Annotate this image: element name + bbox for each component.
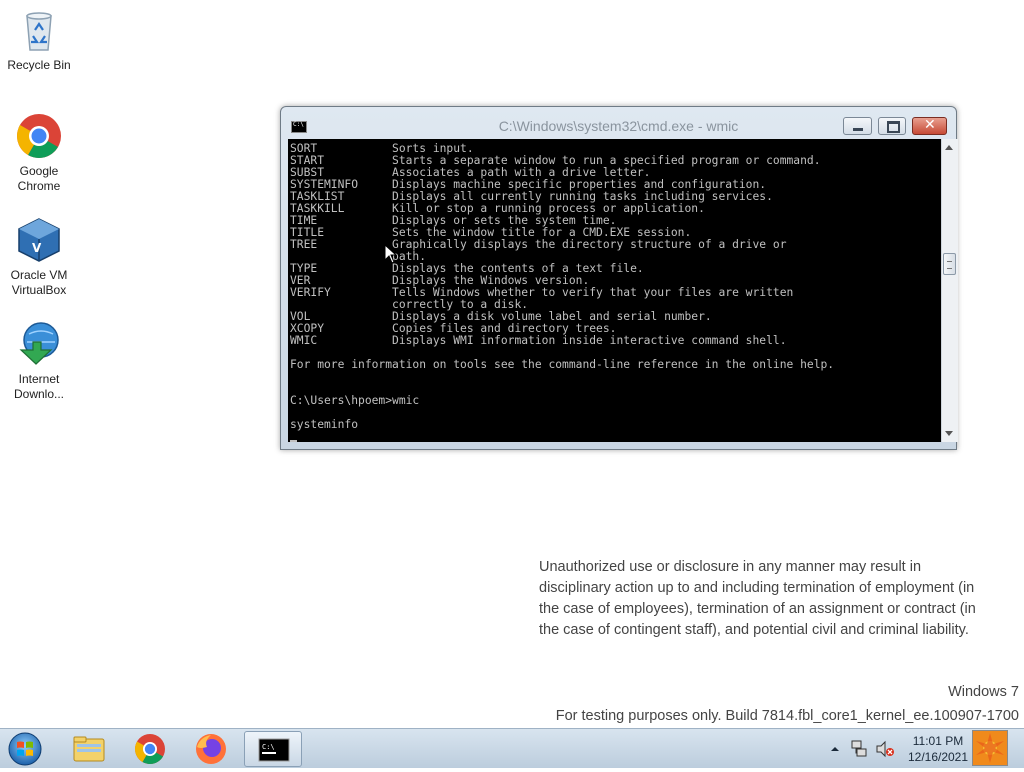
network-icon[interactable] <box>850 739 868 759</box>
start-button[interactable] <box>2 730 48 768</box>
window-titlebar[interactable]: C:\Windows\system32\cmd.exe - wmic <box>281 107 956 139</box>
desktop-icon-label: Chrome <box>17 179 61 193</box>
chrome-icon <box>15 112 63 160</box>
notice-line: the case of employees), termination of a… <box>539 601 976 617</box>
internet-download-manager-icon <box>15 320 63 368</box>
scroll-up-arrow-icon[interactable] <box>945 145 953 150</box>
console-line: systeminfo <box>290 418 359 431</box>
maximize-button[interactable] <box>878 117 906 135</box>
console-line: WMIC Displays WMI information inside int… <box>290 334 787 347</box>
console-line: C:\Users\hpoem>wmic <box>290 394 420 407</box>
show-hidden-icons-icon[interactable] <box>830 744 840 754</box>
windows-explorer-icon <box>73 736 105 762</box>
console-line: For more information on tools see the co… <box>290 358 835 371</box>
notice-line: the case of contingent staff), and poten… <box>539 622 969 638</box>
cmd-window[interactable]: C:\Windows\system32\cmd.exe - wmic SORT … <box>280 106 958 450</box>
build-label: For testing purposes only. Build 7814.fb… <box>555 708 1019 724</box>
taskbar: C:\ 11:01 PM 12/16/2021 <box>0 728 1024 768</box>
desktop-icon-label: Internet <box>18 372 60 386</box>
cmd-icon: C:\ <box>258 738 290 762</box>
text-cursor <box>290 440 297 442</box>
console-text: SORT Sorts input. START Starts a separat… <box>288 139 941 442</box>
close-button[interactable] <box>912 117 947 135</box>
scrollbar-thumb[interactable] <box>943 253 956 275</box>
desktop-icon-label: Downlo... <box>13 387 65 401</box>
clock-time: 11:01 PM <box>912 734 964 748</box>
vertical-scrollbar[interactable] <box>941 139 958 442</box>
console-output[interactable]: SORT Sorts input. START Starts a separat… <box>288 139 941 442</box>
desktop-icon-label: VirtualBox <box>11 283 67 297</box>
minimize-button[interactable] <box>843 117 872 135</box>
notice-line: Unauthorized use or disclosure in any ma… <box>539 559 922 575</box>
mouse-pointer-icon <box>384 244 398 264</box>
taskbar-windows-explorer[interactable] <box>60 731 118 767</box>
desktop-icon-virtualbox[interactable]: V Oracle VM VirtualBox <box>1 216 77 298</box>
taskbar-cmd[interactable]: C:\ <box>244 731 302 767</box>
flower-thumbnail-icon <box>973 731 1007 765</box>
virtualbox-icon: V <box>15 216 63 264</box>
svg-text:V: V <box>32 241 42 255</box>
firefox-icon <box>196 734 226 764</box>
svg-text:C:\: C:\ <box>262 743 275 751</box>
desktop-icon-recycle-bin[interactable]: Recycle Bin <box>1 6 77 73</box>
desktop-icon-label: Google <box>19 164 59 178</box>
windows-version-label: Windows 7 <box>948 684 1019 700</box>
taskbar-chrome[interactable] <box>121 731 179 767</box>
show-desktop-button[interactable] <box>972 730 1008 766</box>
notice-line: disciplinary action up to and including … <box>539 580 975 596</box>
desktop-icon-internet-download-manager[interactable]: Internet Downlo... <box>1 320 77 402</box>
system-tray: 11:01 PM 12/16/2021 <box>828 729 1024 769</box>
recycle-bin-icon <box>15 6 63 54</box>
chrome-icon <box>134 734 165 765</box>
taskbar-firefox[interactable] <box>182 731 240 767</box>
clock-date: 12/16/2021 <box>907 750 969 764</box>
scroll-down-arrow-icon[interactable] <box>945 431 953 436</box>
clock[interactable]: 11:01 PM 12/16/2021 <box>900 733 976 765</box>
desktop-icon-label: Oracle VM <box>10 268 68 282</box>
policy-notice: Unauthorized use or disclosure in any ma… <box>539 557 1019 641</box>
desktop-icon-google-chrome[interactable]: Google Chrome <box>1 112 77 194</box>
volume-muted-icon[interactable] <box>875 740 895 758</box>
desktop-icon-label: Recycle Bin <box>7 58 71 72</box>
